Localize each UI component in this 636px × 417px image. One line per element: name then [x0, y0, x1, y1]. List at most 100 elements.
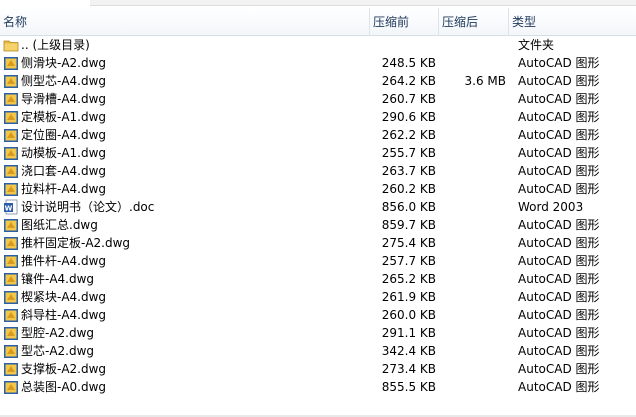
size-before: 265.2 KB [381, 272, 436, 286]
file-name: 动模板-A1.dwg [21, 146, 107, 160]
dwg-file-icon [3, 379, 19, 395]
file-type: AutoCAD 图形 [518, 272, 600, 286]
column-header: 名称 压缩前 压缩后 类型 [0, 8, 636, 36]
file-type: AutoCAD 图形 [518, 362, 600, 376]
size-after: 3.6 MB [464, 74, 506, 88]
file-name: 定位圈-A4.dwg [21, 128, 107, 142]
dwg-file-icon [3, 217, 19, 233]
file-type: AutoCAD 图形 [518, 236, 600, 250]
file-type: AutoCAD 图形 [518, 290, 600, 304]
file-row[interactable]: W 设计说明书（论文）.doc 856.0 KB Word 2003 [0, 198, 636, 216]
file-name: 型腔-A2.dwg [21, 326, 95, 340]
dwg-file-icon [3, 55, 19, 71]
file-row[interactable]: 图纸汇总.dwg 859.7 KB AutoCAD 图形 [0, 216, 636, 234]
size-before: 859.7 KB [381, 218, 436, 232]
size-before: 262.2 KB [381, 128, 436, 142]
dwg-file-icon [3, 271, 19, 287]
file-row[interactable]: 导滑槽-A4.dwg 260.7 KB AutoCAD 图形 [0, 90, 636, 108]
file-type: AutoCAD 图形 [518, 74, 600, 88]
file-row[interactable]: 斜导柱-A4.dwg 260.0 KB AutoCAD 图形 [0, 306, 636, 324]
toolbar-edge [90, 0, 636, 6]
file-name: 图纸汇总.dwg [21, 218, 98, 232]
file-name: 导滑槽-A4.dwg [21, 92, 107, 106]
file-name: 支撑板-A2.dwg [21, 362, 107, 376]
folder-icon [3, 37, 19, 53]
file-row[interactable]: 定位圈-A4.dwg 262.2 KB AutoCAD 图形 [0, 126, 636, 144]
file-row[interactable]: 总装图-A0.dwg 855.5 KB AutoCAD 图形 [0, 378, 636, 396]
file-row[interactable]: 动模板-A1.dwg 255.7 KB AutoCAD 图形 [0, 144, 636, 162]
file-row[interactable]: 浇口套-A4.dwg 263.7 KB AutoCAD 图形 [0, 162, 636, 180]
file-name: 推件杆-A4.dwg [21, 254, 107, 268]
file-row[interactable]: 支撑板-A2.dwg 273.4 KB AutoCAD 图形 [0, 360, 636, 378]
dwg-file-icon [3, 145, 19, 161]
file-name: 拉料杆-A4.dwg [21, 182, 107, 196]
file-row[interactable]: 侧型芯-A4.dwg 264.2 KB 3.6 MB AutoCAD 图形 [0, 72, 636, 90]
file-name: 推杆固定板-A2.dwg [21, 236, 131, 250]
size-before: 342.4 KB [381, 344, 436, 358]
file-row[interactable]: 定模板-A1.dwg 290.6 KB AutoCAD 图形 [0, 108, 636, 126]
file-type: AutoCAD 图形 [518, 164, 600, 178]
dwg-file-icon [3, 163, 19, 179]
dwg-file-icon [3, 109, 19, 125]
dwg-file-icon [3, 343, 19, 359]
column-divider[interactable] [438, 8, 439, 36]
file-name: 侧滑块-A2.dwg [21, 56, 107, 70]
dwg-file-icon [3, 289, 19, 305]
file-type: AutoCAD 图形 [518, 254, 600, 268]
parent-directory-row[interactable]: .. (上级目录) 文件夹 [0, 36, 636, 54]
file-row[interactable]: 推件杆-A4.dwg 257.7 KB AutoCAD 图形 [0, 252, 636, 270]
file-type: Word 2003 [518, 200, 584, 214]
size-before: 260.7 KB [381, 92, 436, 106]
size-before: 260.0 KB [381, 308, 436, 322]
file-row[interactable]: 侧滑块-A2.dwg 248.5 KB AutoCAD 图形 [0, 54, 636, 72]
file-type: AutoCAD 图形 [518, 128, 600, 142]
file-name: 型芯-A2.dwg [21, 344, 95, 358]
dwg-file-icon [3, 181, 19, 197]
file-name: 侧型芯-A4.dwg [21, 74, 107, 88]
size-before: 248.5 KB [381, 56, 436, 70]
file-row[interactable]: 镶件-A4.dwg 265.2 KB AutoCAD 图形 [0, 270, 636, 288]
file-name: 镶件-A4.dwg [21, 272, 95, 286]
file-type: AutoCAD 图形 [518, 380, 600, 394]
column-after-size[interactable]: 压缩后 [442, 8, 478, 36]
column-name[interactable]: 名称 [3, 8, 27, 36]
file-type: AutoCAD 图形 [518, 326, 600, 340]
dwg-file-icon [3, 127, 19, 143]
size-before: 255.7 KB [381, 146, 436, 160]
column-type[interactable]: 类型 [512, 8, 536, 36]
file-name: 设计说明书（论文）.doc [21, 200, 155, 214]
svg-text:W: W [5, 205, 13, 213]
file-type: AutoCAD 图形 [518, 308, 600, 322]
size-before: 273.4 KB [381, 362, 436, 376]
file-row[interactable]: 推杆固定板-A2.dwg 275.4 KB AutoCAD 图形 [0, 234, 636, 252]
file-row[interactable]: 型腔-A2.dwg 291.1 KB AutoCAD 图形 [0, 324, 636, 342]
file-type: AutoCAD 图形 [518, 56, 600, 70]
file-type: AutoCAD 图形 [518, 146, 600, 160]
file-type: AutoCAD 图形 [518, 110, 600, 124]
file-name: 斜导柱-A4.dwg [21, 308, 107, 322]
size-before: 263.7 KB [381, 164, 436, 178]
file-row[interactable]: 楔紧块-A4.dwg 261.9 KB AutoCAD 图形 [0, 288, 636, 306]
size-before: 290.6 KB [381, 110, 436, 124]
column-divider[interactable] [369, 8, 370, 36]
size-before: 291.1 KB [381, 326, 436, 340]
file-type: AutoCAD 图形 [518, 218, 600, 232]
file-row[interactable]: 拉料杆-A4.dwg 260.2 KB AutoCAD 图形 [0, 180, 636, 198]
size-before: 257.7 KB [381, 254, 436, 268]
dwg-file-icon [3, 325, 19, 341]
column-before-size[interactable]: 压缩前 [373, 8, 409, 36]
file-type: AutoCAD 图形 [518, 344, 600, 358]
dwg-file-icon [3, 91, 19, 107]
dwg-file-icon [3, 73, 19, 89]
column-divider[interactable] [508, 8, 509, 36]
size-before: 856.0 KB [381, 200, 436, 214]
dwg-file-icon [3, 253, 19, 269]
size-before: 275.4 KB [381, 236, 436, 250]
file-name: .. (上级目录) [21, 38, 90, 52]
file-type: AutoCAD 图形 [518, 92, 600, 106]
file-name: 定模板-A1.dwg [21, 110, 107, 124]
file-row[interactable]: 型芯-A2.dwg 342.4 KB AutoCAD 图形 [0, 342, 636, 360]
top-strip [0, 0, 636, 7]
dwg-file-icon [3, 361, 19, 377]
file-type: AutoCAD 图形 [518, 182, 600, 196]
